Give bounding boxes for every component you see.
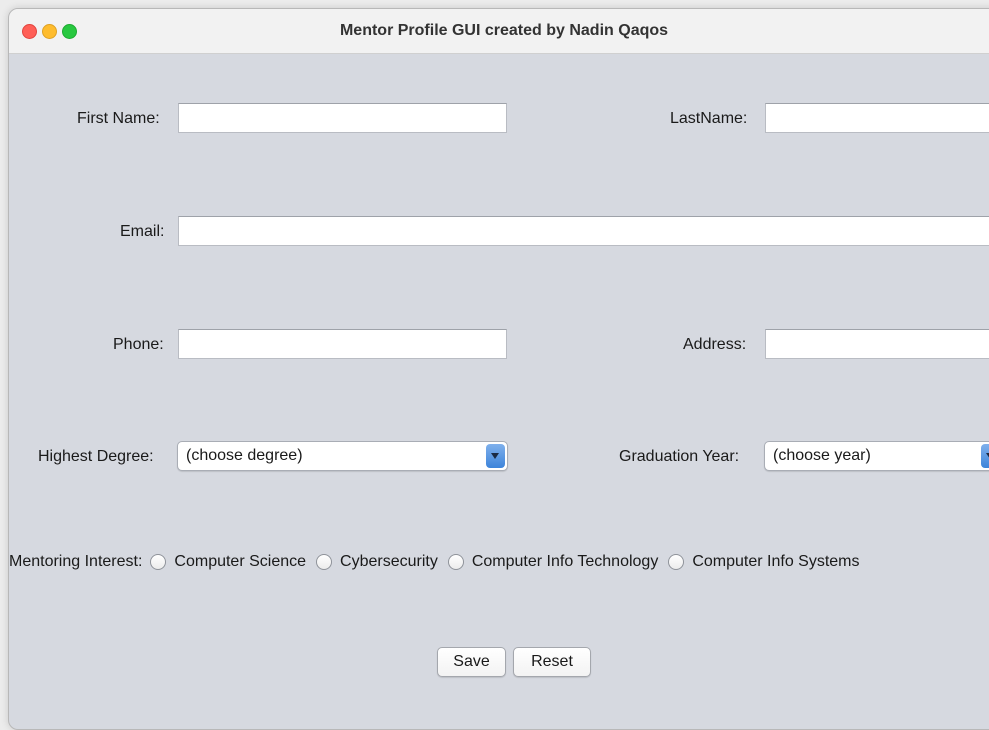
radio-button-icon[interactable] (316, 554, 333, 570)
phone-label: Phone: (113, 336, 164, 353)
app-window: Mentor Profile GUI created by Nadin Qaqo… (8, 8, 989, 730)
chevron-down-icon[interactable] (486, 444, 505, 468)
title-bar[interactable]: Mentor Profile GUI created by Nadin Qaqo… (9, 9, 989, 54)
save-button[interactable]: Save (437, 647, 506, 677)
radio-computer-info-systems[interactable]: Computer Info Systems (668, 553, 860, 571)
radio-label-computer-science: Computer Science (174, 553, 307, 570)
graduation-year-value: (choose year) (773, 447, 871, 464)
first-name-field[interactable] (178, 103, 507, 133)
highest-degree-select[interactable]: (choose degree) (177, 441, 508, 471)
radio-label-computer-info-systems: Computer Info Systems (692, 553, 860, 570)
address-label: Address: (683, 336, 747, 353)
phone-field[interactable] (178, 329, 507, 359)
last-name-label: LastName: (670, 110, 748, 127)
email-field[interactable] (178, 216, 989, 246)
first-name-label: First Name: (77, 110, 160, 127)
radio-computer-info-technology[interactable]: Computer Info Technology (447, 553, 659, 571)
radio-button-icon[interactable] (668, 554, 685, 570)
mentoring-interest-group: Mentoring Interest: Computer Science Cyb… (9, 550, 870, 574)
radio-label-computer-info-technology: Computer Info Technology (471, 553, 659, 570)
radio-cybersecurity[interactable]: Cybersecurity (316, 553, 438, 571)
last-name-field[interactable] (765, 103, 989, 133)
radio-computer-science[interactable]: Computer Science (150, 553, 306, 571)
highest-degree-label: Highest Degree: (38, 448, 154, 465)
reset-button[interactable]: Reset (513, 647, 591, 677)
address-field[interactable] (765, 329, 989, 359)
radio-button-icon[interactable] (447, 554, 464, 570)
chevron-down-icon[interactable] (981, 444, 989, 468)
highest-degree-value: (choose degree) (186, 447, 303, 464)
graduation-year-label: Graduation Year: (619, 448, 740, 465)
form-panel: First Name: LastName: Email: Phone: Addr… (9, 54, 989, 729)
email-label: Email: (120, 223, 165, 240)
graduation-year-select[interactable]: (choose year) (764, 441, 989, 471)
window-title: Mentor Profile GUI created by Nadin Qaqo… (339, 22, 669, 39)
mentoring-interest-label: Mentoring Interest: (9, 553, 143, 570)
radio-button-icon[interactable] (150, 554, 167, 570)
radio-label-cybersecurity: Cybersecurity (340, 553, 438, 570)
